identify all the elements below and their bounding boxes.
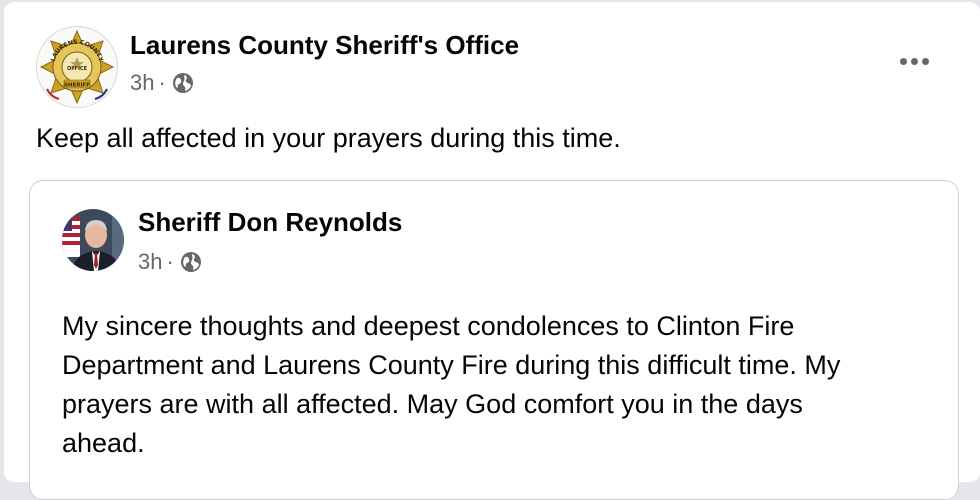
profile-photo <box>62 209 124 271</box>
text-line: ahead. <box>62 428 145 458</box>
post-card: LAURENS COUNTY SHERIFF OFFICE Laurens Co… <box>4 2 980 500</box>
shared-post-timestamp[interactable]: 3h <box>138 247 162 277</box>
shared-post-card[interactable]: Sheriff Don Reynolds 3h · My sincere tho… <box>29 180 959 500</box>
post-text: Keep all affected in your prayers during… <box>36 123 621 153</box>
post-timestamp[interactable]: 3h <box>130 68 154 98</box>
more-dot <box>921 57 929 65</box>
profile-avatar[interactable] <box>62 209 124 271</box>
page-avatar[interactable]: LAURENS COUNTY SHERIFF OFFICE <box>36 26 118 108</box>
shared-post-meta: 3h · <box>138 247 202 277</box>
more-dot <box>910 57 918 65</box>
text-line: My sincere thoughts and deepest condolen… <box>62 311 795 341</box>
meta-separator: · <box>166 249 174 274</box>
svg-text:SHERIFF: SHERIFF <box>64 83 90 89</box>
shared-post-text: My sincere thoughts and deepest condolen… <box>62 307 942 463</box>
page-name[interactable]: Laurens County Sheriff's Office <box>130 28 519 62</box>
text-line: prayers are with all affected. May God c… <box>62 389 803 419</box>
sheriff-badge-logo: LAURENS COUNTY SHERIFF OFFICE <box>39 29 115 105</box>
globe-icon[interactable] <box>180 251 202 273</box>
shared-author-name[interactable]: Sheriff Don Reynolds <box>138 205 402 239</box>
globe-icon[interactable] <box>172 72 194 94</box>
post-meta: 3h · <box>130 68 194 98</box>
more-options-button[interactable] <box>894 46 934 76</box>
more-dot <box>899 57 907 65</box>
text-line: Department and Laurens County Fire durin… <box>62 350 841 380</box>
meta-separator: · <box>158 70 166 95</box>
